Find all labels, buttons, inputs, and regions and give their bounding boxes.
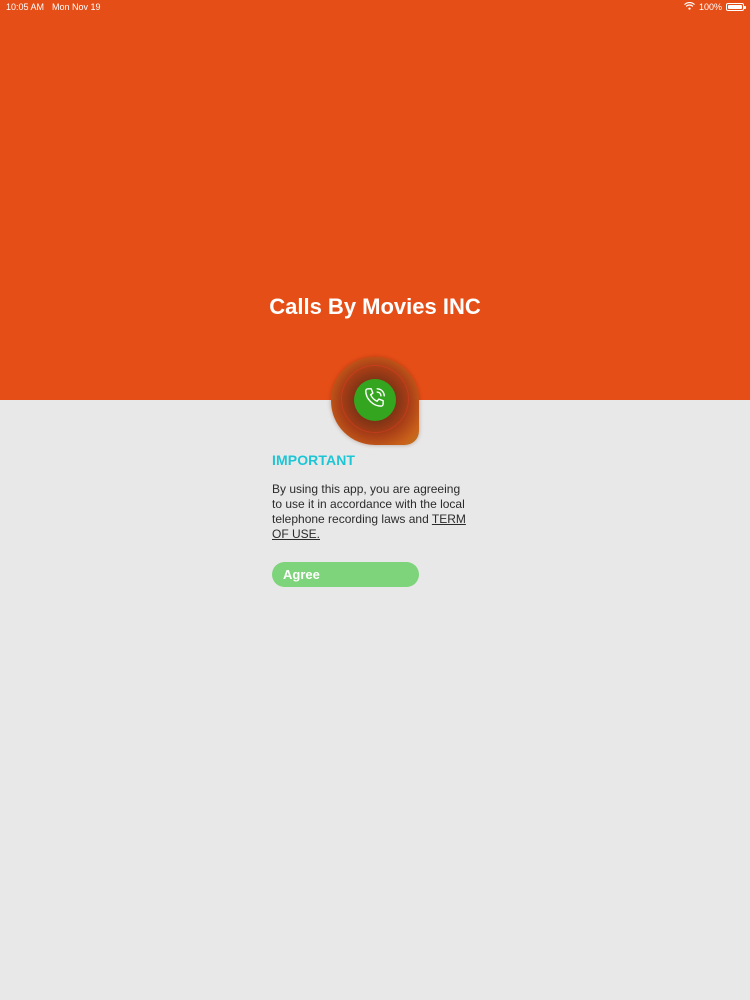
header-banner: Calls By Movies INC [0,0,750,400]
wifi-icon [684,1,695,12]
agree-button[interactable]: Agree [272,562,419,587]
important-heading: IMPORTANT [272,452,356,468]
phone-call-icon [362,385,388,416]
app-title: Calls By Movies INC [269,294,481,319]
status-time: 10:05 AM [6,2,45,12]
disclaimer-text: By using this app, you are agreeing to u… [272,482,468,542]
status-bar: 10:05 AM Mon Nov 19 100% [0,0,750,14]
status-date: Mon Nov 19 [52,2,101,12]
battery-icon [726,3,746,11]
logo-badge [354,379,396,421]
status-right: 100% [684,1,746,12]
battery-level-fill [728,5,742,9]
status-left: 10:05 AM Mon Nov 19 [6,2,101,12]
app-logo [331,357,419,445]
notice-section: IMPORTANT By using this app, you are agr… [272,452,472,542]
battery-percent: 100% [698,2,722,12]
